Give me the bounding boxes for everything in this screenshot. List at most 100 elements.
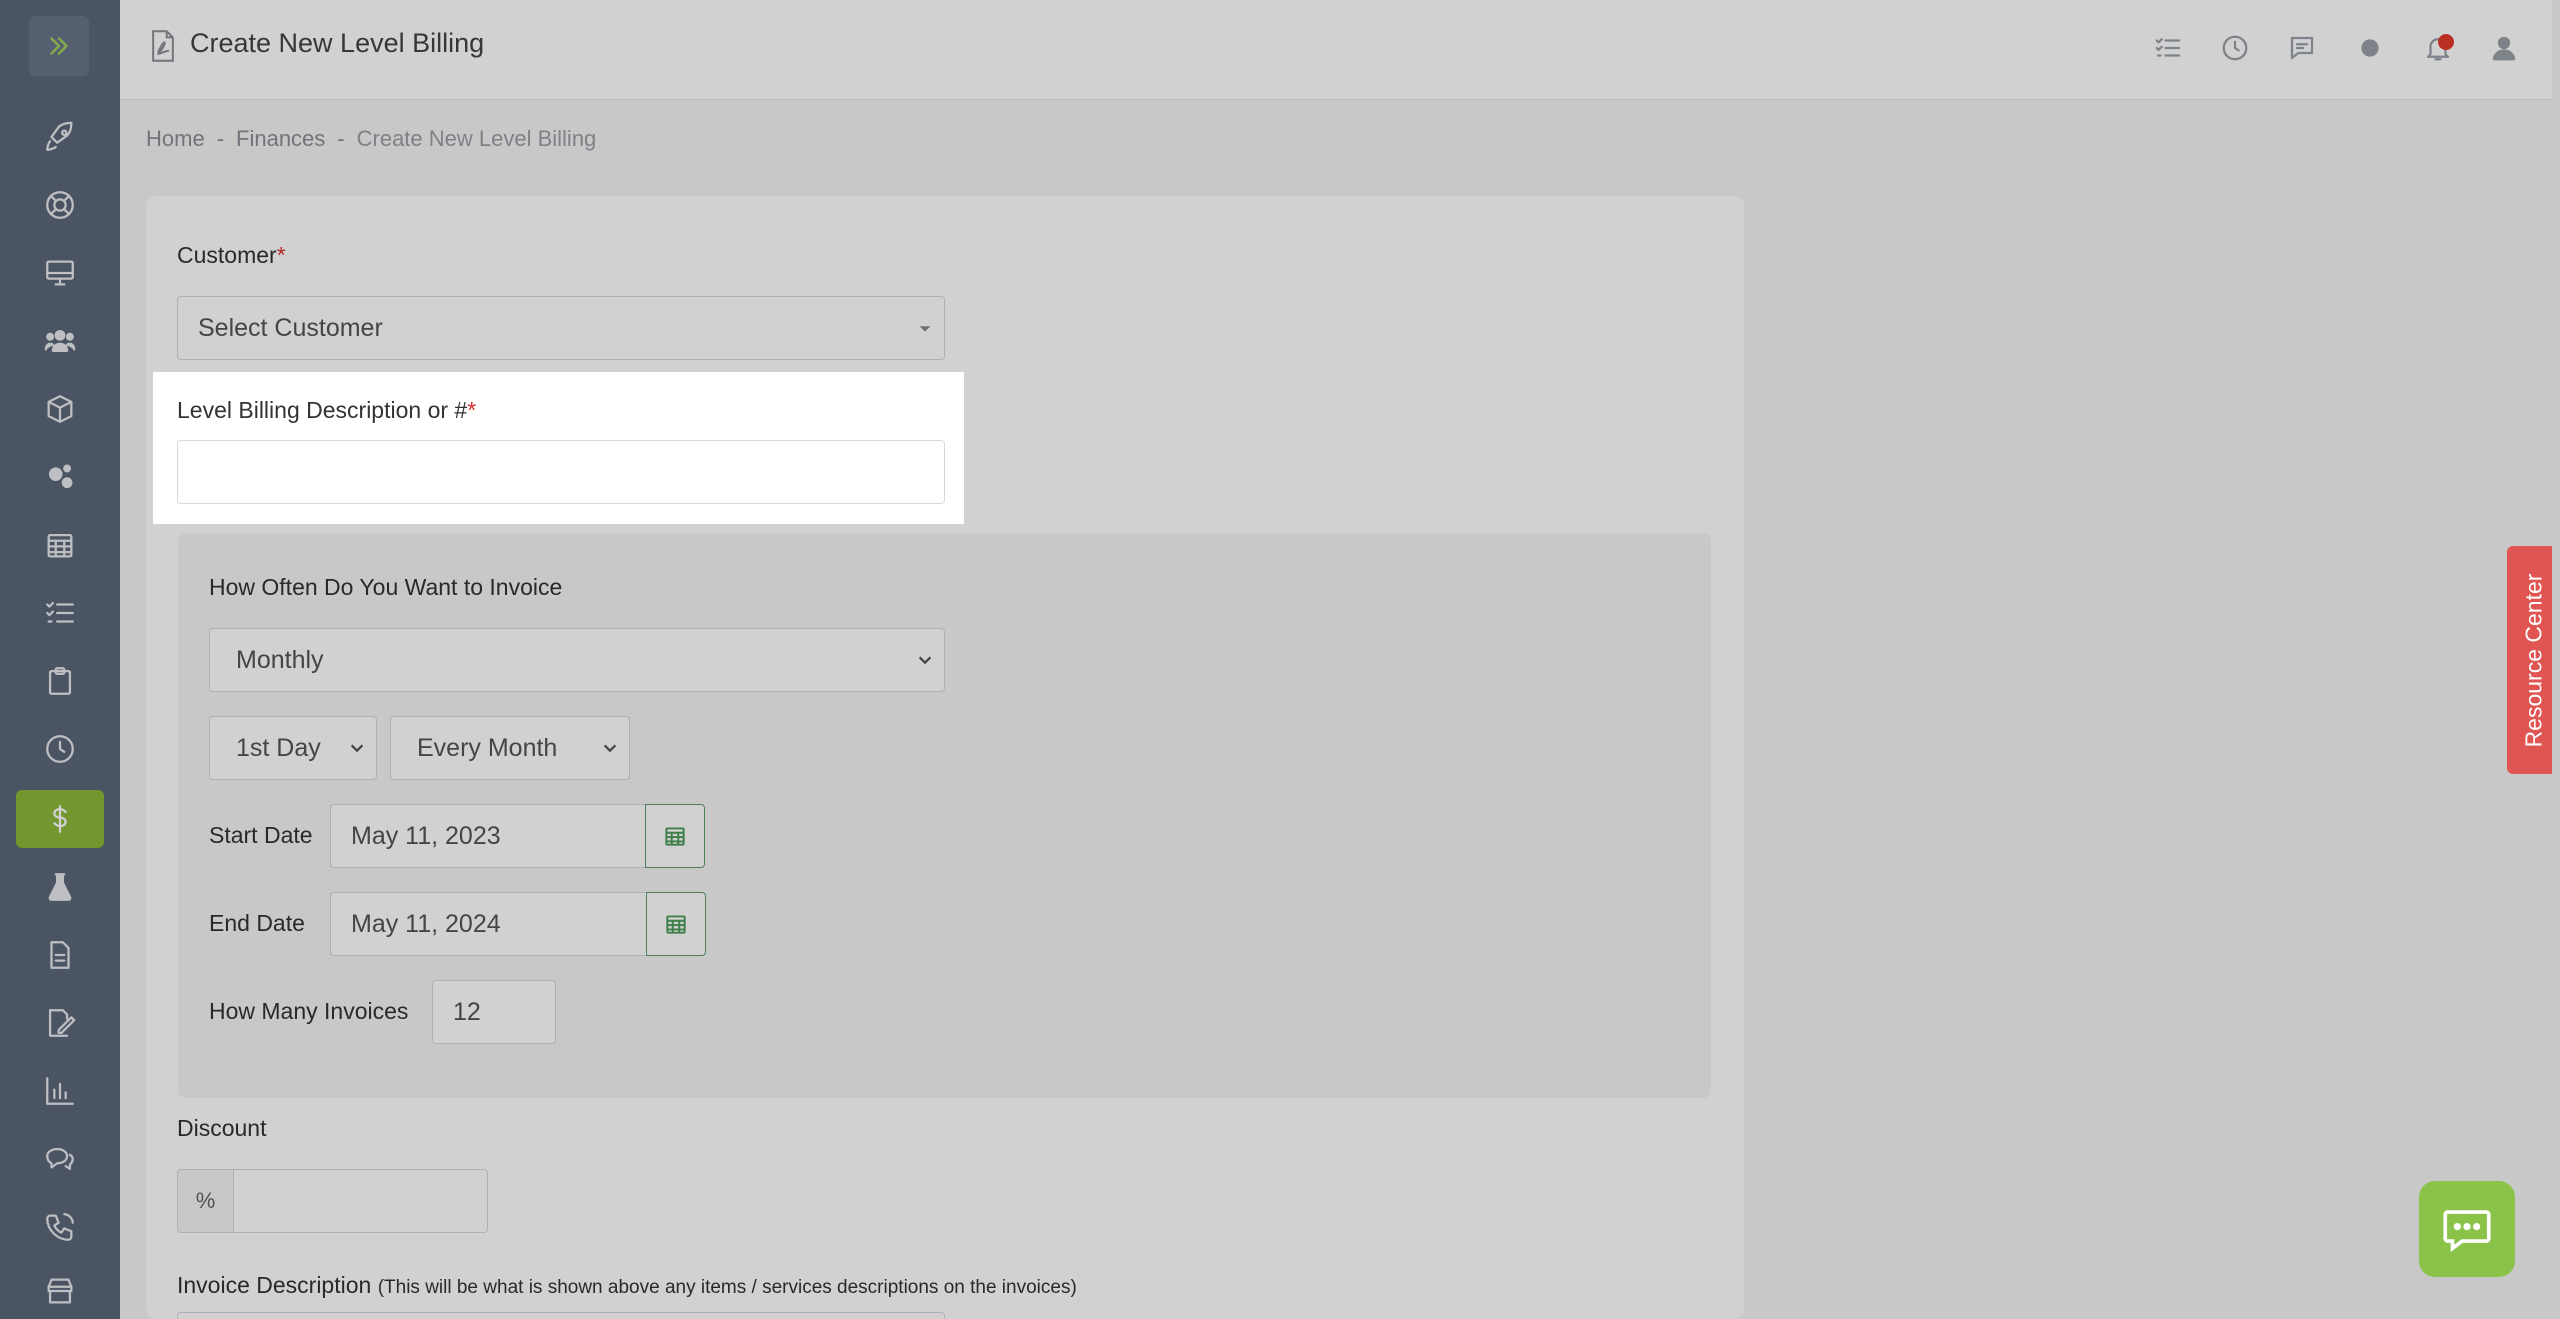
checklist-icon (2155, 38, 2181, 57)
sidebar-item-lab[interactable] (16, 858, 104, 916)
vertical-scrollbar[interactable] (2552, 0, 2560, 1319)
cogs-icon (48, 464, 73, 489)
description-label-text: Level Billing Description or # (177, 397, 468, 423)
frequency-select[interactable]: Monthly (209, 628, 945, 692)
history-button[interactable] (2217, 30, 2253, 66)
sidebar-toggle-button[interactable] (29, 16, 89, 76)
sidebar-item-users[interactable] (16, 312, 104, 370)
sidebar-item-reports[interactable] (16, 1062, 104, 1120)
clock-icon (46, 735, 74, 763)
document-pdf-icon (152, 30, 174, 62)
notifications-button[interactable] (2420, 30, 2456, 66)
calendar-icon (666, 915, 686, 934)
end-date-input[interactable]: May 11, 2024 (330, 892, 647, 956)
monitor-icon (46, 260, 74, 286)
notification-dot (2438, 34, 2454, 50)
discount-label: Discount (177, 1115, 267, 1141)
chevron-down-icon (918, 656, 932, 665)
sidebar-item-clipboard[interactable] (16, 652, 104, 710)
start-date-label: Start Date (209, 822, 313, 848)
bar-chart-icon (46, 1077, 74, 1105)
end-date-picker-button[interactable] (646, 892, 706, 956)
sidebar (0, 0, 120, 1319)
discount-percent-addon: % (177, 1169, 234, 1233)
store-icon (47, 1278, 73, 1304)
day-select[interactable]: 1st Day (209, 716, 377, 780)
box-icon (47, 395, 73, 423)
customer-select-value: Select Customer (198, 313, 383, 342)
breadcrumb-separator: - (216, 126, 225, 151)
frequency-select-value: Monthly (236, 645, 324, 674)
invoices-count-input[interactable]: 12 (432, 980, 556, 1044)
breadcrumb-finances-link[interactable]: Finances (236, 126, 325, 152)
settings-button[interactable] (2352, 30, 2388, 66)
interval-select-value: Every Month (417, 733, 558, 762)
sidebar-item-settings[interactable] (16, 448, 104, 506)
chat-button[interactable] (2419, 1181, 2515, 1277)
resource-center-label: Resource Center (2520, 573, 2547, 747)
lifebuoy-icon (46, 191, 74, 219)
invoices-count-value: 12 (453, 997, 481, 1026)
sidebar-item-phone[interactable] (16, 1198, 104, 1256)
sidebar-item-time[interactable] (16, 720, 104, 778)
end-date-label: End Date (209, 910, 305, 936)
sidebar-item-products[interactable] (16, 380, 104, 438)
document-icon (50, 941, 70, 969)
frequency-label: How Often Do You Want to Invoice (209, 574, 563, 600)
sidebar-item-calendar[interactable] (16, 516, 104, 574)
day-select-value: 1st Day (236, 733, 321, 762)
user-icon (2492, 36, 2516, 61)
clipboard-icon (48, 667, 72, 695)
discount-input[interactable] (233, 1169, 488, 1233)
signature-icon (48, 1009, 76, 1037)
start-date-value: May 11, 2023 (351, 821, 501, 850)
invoice-description-label-text: Invoice Description (177, 1272, 372, 1298)
sidebar-item-devices[interactable] (16, 244, 104, 302)
sidebar-item-finances[interactable] (16, 790, 104, 848)
breadcrumb-home-link[interactable]: Home (146, 126, 205, 152)
breadcrumb-separator: - (337, 126, 345, 151)
clock-icon (2222, 35, 2248, 61)
sidebar-item-messages[interactable] (16, 1130, 104, 1188)
topbar: Create New Level Billing (120, 0, 2560, 100)
sidebar-item-support[interactable] (16, 176, 104, 234)
profile-button[interactable] (2486, 30, 2522, 66)
users-icon (44, 329, 76, 353)
invoice-description-label: Invoice Description (This will be what i… (177, 1272, 1077, 1299)
tasks-button[interactable] (2150, 30, 2186, 66)
customer-select[interactable]: Select Customer (177, 296, 945, 360)
invoices-count-label: How Many Invoices (209, 998, 409, 1024)
chevron-down-icon (350, 744, 364, 753)
gear-icon (2361, 39, 2379, 57)
sidebar-item-tasks[interactable] (16, 584, 104, 642)
invoice-description-note: (This will be what is shown above any it… (377, 1277, 1077, 1298)
customer-label-text: Customer (177, 242, 277, 268)
interval-select[interactable]: Every Month (390, 716, 630, 780)
dollar-icon (53, 805, 67, 833)
message-icon (2290, 36, 2314, 60)
chevron-down-icon (603, 744, 617, 753)
start-date-input[interactable]: May 11, 2023 (330, 804, 646, 868)
double-chevron-right-icon (50, 37, 68, 55)
start-date-picker-button[interactable] (645, 804, 705, 868)
sidebar-item-dashboard[interactable] (16, 108, 104, 166)
phone-icon (46, 1213, 74, 1241)
end-date-value: May 11, 2024 (351, 909, 501, 938)
checklist-icon (46, 601, 74, 623)
caret-down-icon (919, 326, 931, 332)
sidebar-item-documents[interactable] (16, 926, 104, 984)
sidebar-item-store[interactable] (16, 1266, 104, 1316)
chat-bubbles-icon (46, 1147, 74, 1171)
description-input[interactable] (177, 440, 945, 504)
messages-button[interactable] (2284, 30, 2320, 66)
calendar-icon (47, 533, 73, 558)
required-mark: * (276, 242, 286, 268)
customer-label: Customer* (177, 242, 286, 269)
sidebar-item-contracts[interactable] (16, 994, 104, 1052)
calendar-icon (665, 827, 685, 846)
chat-icon (2443, 1210, 2491, 1252)
description-label: Level Billing Description or #* (177, 397, 476, 424)
invoice-description-input[interactable] (177, 1312, 945, 1319)
breadcrumb: Home - Finances - Create New Level Billi… (146, 126, 596, 152)
required-mark: * (467, 397, 477, 423)
